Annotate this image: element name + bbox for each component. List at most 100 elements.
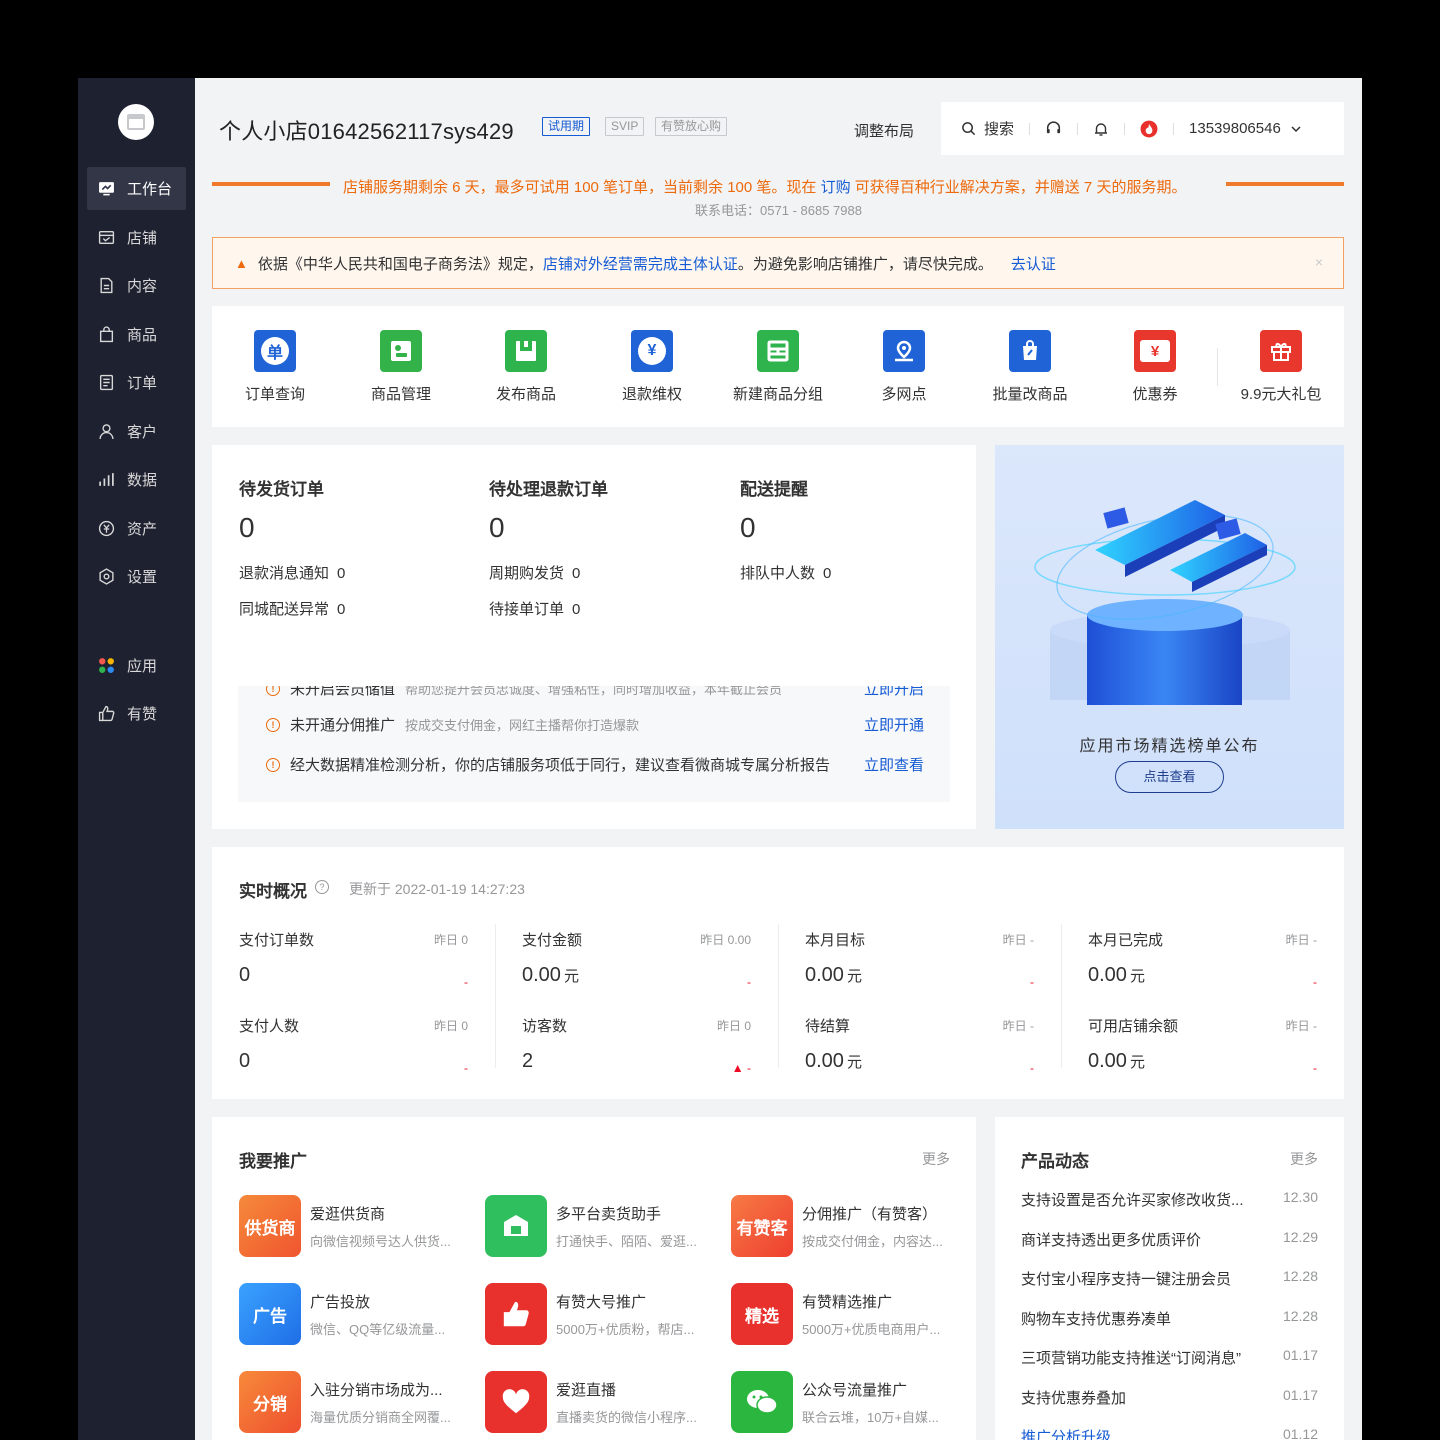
promo-banner[interactable]: 应用市场精选榜单公布 点击查看 <box>995 445 1344 829</box>
quick-goods-manage[interactable]: 商品管理 <box>338 330 464 404</box>
search-icon <box>962 122 976 136</box>
news-item[interactable]: 推广分析升级 01.12 <box>1021 1426 1318 1440</box>
multi-site-icon <box>883 330 925 372</box>
store-logo-icon <box>127 114 145 130</box>
service-notice-suffix: 可获得百种行业解决方案，并赠送 7 天的服务期。 <box>854 179 1187 196</box>
close-icon[interactable]: × <box>1315 254 1323 270</box>
alert-suffix: 。为避免影响店铺推广，请尽快完成。 <box>737 255 993 273</box>
pending-col-refund: 待处理退款订单 0 周期购发货 0 待接单订单 0 <box>489 475 608 619</box>
sidebar-item-label: 店铺 <box>127 230 158 247</box>
tip-action-link[interactable]: 立即查看 <box>864 754 924 775</box>
thumb-up-icon <box>98 705 115 722</box>
metric-pay-users[interactable]: 支付人数 昨日 0 0- <box>239 1015 468 1075</box>
promo-view-button[interactable]: 点击查看 <box>1115 761 1224 793</box>
tip-action-link[interactable]: 立即开启 <box>864 686 924 699</box>
news-more-link[interactable]: 更多 <box>1290 1149 1318 1169</box>
news-item[interactable]: 支持设置是否允许买家修改收货... 12.30 <box>1021 1189 1318 1210</box>
search-button[interactable]: 搜索 <box>961 118 1014 139</box>
metric-balance[interactable]: 可用店铺余额 昨日 - 0.00 元 - <box>1088 1015 1317 1075</box>
news-item[interactable]: 支持优惠券叠加 01.17 <box>1021 1387 1318 1408</box>
chevron-down-icon[interactable] <box>1290 123 1302 135</box>
sidebar-item-content[interactable]: 内容 <box>87 264 186 307</box>
sidebar-item-asset[interactable]: 资产 <box>87 507 186 550</box>
quick-action-label: 新建商品分组 <box>732 386 823 403</box>
pending-sub[interactable]: 同城配送异常 0 <box>239 598 345 619</box>
sidebar-item-order[interactable]: 订单 <box>87 361 186 404</box>
goods-manage-icon <box>380 330 422 372</box>
tag-assured: 有赞放心购 <box>655 117 728 136</box>
metric-month-target[interactable]: 本月目标 昨日 - 0.00 元 - <box>805 929 1034 989</box>
metric-visitors[interactable]: 访客数 昨日 0 2 ▲ - <box>522 1015 751 1075</box>
sidebar-item-settings[interactable]: 设置 <box>87 555 186 598</box>
promotion-more-link[interactable]: 更多 <box>922 1149 950 1169</box>
pending-sub[interactable]: 退款消息通知 0 <box>239 562 345 583</box>
sidebar-item-apps[interactable]: 应用 <box>87 644 186 687</box>
help-icon[interactable]: ? <box>315 880 329 894</box>
metric-pending-settle[interactable]: 待结算 昨日 - 0.00 元 - <box>805 1015 1034 1075</box>
sidebar-item-goods[interactable]: 商品 <box>87 313 186 356</box>
quick-action-label: 批量改商品 <box>992 386 1068 403</box>
pending-count[interactable]: 0 <box>489 512 608 544</box>
quick-order-query[interactable]: 单 订单查询 <box>212 330 338 404</box>
goods-group-icon <box>757 330 799 372</box>
news-item[interactable]: 三项营销功能支持推送“订阅消息” 01.17 <box>1021 1347 1318 1368</box>
subscribe-link[interactable]: 订购 <box>821 179 851 196</box>
user-avatar-icon[interactable] <box>1140 120 1158 138</box>
sidebar-item-data[interactable]: 数据 <box>87 458 186 501</box>
pending-sub[interactable]: 排队中人数 0 <box>740 562 831 583</box>
content-icon <box>98 277 115 294</box>
sidebar-item-label: 商品 <box>127 327 158 344</box>
ad-icon: 广告 <box>239 1283 301 1345</box>
tip-action-link[interactable]: 立即开通 <box>864 714 924 735</box>
quick-new-group[interactable]: 新建商品分组 <box>715 330 841 404</box>
order-icon <box>98 374 115 391</box>
sidebar-item-customer[interactable]: 客户 <box>87 410 186 453</box>
quick-batch-edit[interactable]: 批量改商品 <box>967 330 1093 404</box>
sidebar-item-label: 内容 <box>127 278 158 295</box>
contact-phone: 联系电话：0571 - 8685 7988 <box>695 203 862 218</box>
sidebar: 工作台 店铺 内容 商品 订单 客户 数据 资产 设置 应用 有赞 <box>78 78 195 1440</box>
data-icon <box>98 471 115 488</box>
metric-divider <box>778 924 779 1068</box>
sidebar-item-store[interactable]: 店铺 <box>87 216 186 259</box>
thumb-up-icon <box>485 1283 547 1345</box>
go-certify-link[interactable]: 去认证 <box>1011 253 1056 274</box>
alert-prefix: 依据《中华人民共和国电子商务法》规定， <box>257 255 543 273</box>
news-item[interactable]: 购物车支持优惠券凑单 12.28 <box>1021 1308 1318 1329</box>
pending-sub[interactable]: 周期购发货 0 <box>489 562 608 583</box>
pending-panel: 待发货订单 0 退款消息通知 0 同城配送异常 0 待处理退款订单 0 周期购发货 0… <box>212 445 976 829</box>
goods-icon <box>98 326 115 343</box>
shop-avatar[interactable] <box>118 104 154 140</box>
certification-requirement-link[interactable]: 店铺对外经营需完成主体认证 <box>543 253 738 274</box>
pending-col-shipping: 待发货订单 0 退款消息通知 0 同城配送异常 0 <box>239 475 345 619</box>
pending-sub[interactable]: 待接单订单 0 <box>489 598 608 619</box>
quick-refund[interactable]: ¥ 退款维权 <box>589 330 715 404</box>
pending-col-delivery: 配送提醒 0 排队中人数 0 <box>740 475 831 583</box>
divider <box>1173 122 1175 135</box>
pending-count[interactable]: 0 <box>740 512 831 544</box>
quick-coupon[interactable]: ¥ 优惠券 <box>1092 330 1218 404</box>
settings-icon <box>98 568 115 585</box>
account-phone[interactable]: 13539806546 <box>1189 120 1281 137</box>
sidebar-item-label: 数据 <box>127 472 158 489</box>
bell-icon[interactable] <box>1093 121 1109 137</box>
quick-gift-pack[interactable]: 9.9元大礼包 <box>1218 330 1344 404</box>
sidebar-item-workbench[interactable]: 工作台 <box>87 167 186 210</box>
quick-multi-site[interactable]: 多网点 <box>841 330 967 404</box>
news-item[interactable]: 商详支持透出更多优质评价 12.29 <box>1021 1229 1318 1250</box>
certification-alert: ▲ 依据《中华人民共和国电子商务法》规定， 店铺对外经营需完成主体认证 。为避免… <box>212 237 1344 289</box>
info-icon: ! <box>266 686 280 696</box>
quick-publish-goods[interactable]: 发布商品 <box>463 330 589 404</box>
metric-pay-amount[interactable]: 支付金额 昨日 0.00 0.00 元 - <box>522 929 751 989</box>
info-icon: ! <box>266 757 280 772</box>
sidebar-item-label: 客户 <box>127 424 158 441</box>
adjust-layout-button[interactable]: 调整布局 <box>854 120 914 141</box>
headset-icon[interactable] <box>1045 120 1062 137</box>
news-item[interactable]: 支付宝小程序支持一键注册会员 12.28 <box>1021 1268 1318 1289</box>
pending-title: 配送提醒 <box>740 480 808 499</box>
metric-month-done[interactable]: 本月已完成 昨日 - 0.00 元 - <box>1088 929 1317 989</box>
metric-pay-orders[interactable]: 支付订单数 昨日 0 0- <box>239 929 468 989</box>
sidebar-item-youzan[interactable]: 有赞 <box>87 692 186 735</box>
quick-action-label: 9.9元大礼包 <box>1240 386 1322 403</box>
pending-count[interactable]: 0 <box>239 512 345 544</box>
